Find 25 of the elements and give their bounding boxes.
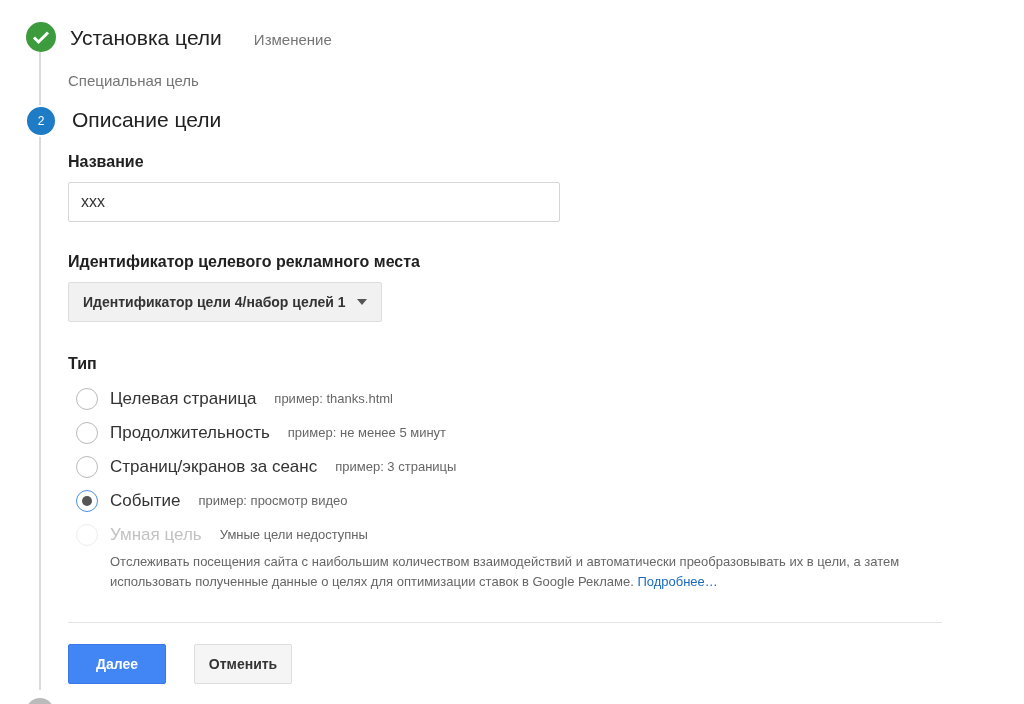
next-button[interactable]: Далее	[68, 644, 166, 684]
field-label: Тип	[68, 354, 98, 374]
check-circle-icon	[26, 22, 56, 52]
step-title: Описание цели	[72, 107, 222, 133]
example-hint: пример: просмотр видео	[198, 492, 348, 511]
radio-label: Страниц/экранов за сеанс	[110, 456, 318, 479]
example-hint: Умные цели недоступны	[219, 526, 368, 545]
caret-icon	[357, 299, 368, 305]
edit-link[interactable]: Изменение	[253, 29, 332, 52]
radio-label: Продолжительность	[110, 422, 270, 445]
cancel-button[interactable]: Отменить	[194, 644, 292, 684]
radio-label: Событие	[110, 490, 181, 513]
field-label: Идентификатор целевого рекламного места	[68, 252, 421, 272]
description-text: Отслеживать посещения сайта с наибольшим количеством взаимодействий и автоматически преобразовывать их в цели, а затем использовать полученные данные о целях для оптимизации ставок в Google Рекламе. Подробнее…	[110, 553, 901, 591]
slot-dropdown[interactable]: Идентификатор цели 4/набор целей 1	[68, 282, 383, 322]
step-summary: Специальная цель	[68, 70, 200, 91]
step-title: Установка цели	[70, 25, 222, 51]
radio-label: Умная цель	[110, 524, 202, 547]
example-hint: пример: 3 страницы	[335, 458, 457, 477]
radio-label: Целевая страница	[110, 388, 257, 411]
field-label: Название	[68, 152, 145, 172]
name-field[interactable]: xxx	[68, 182, 560, 222]
example-hint: пример: не менее 5 минут	[287, 424, 447, 443]
example-hint: пример: thanks.html	[274, 390, 393, 409]
step-number: 2	[25, 105, 57, 137]
